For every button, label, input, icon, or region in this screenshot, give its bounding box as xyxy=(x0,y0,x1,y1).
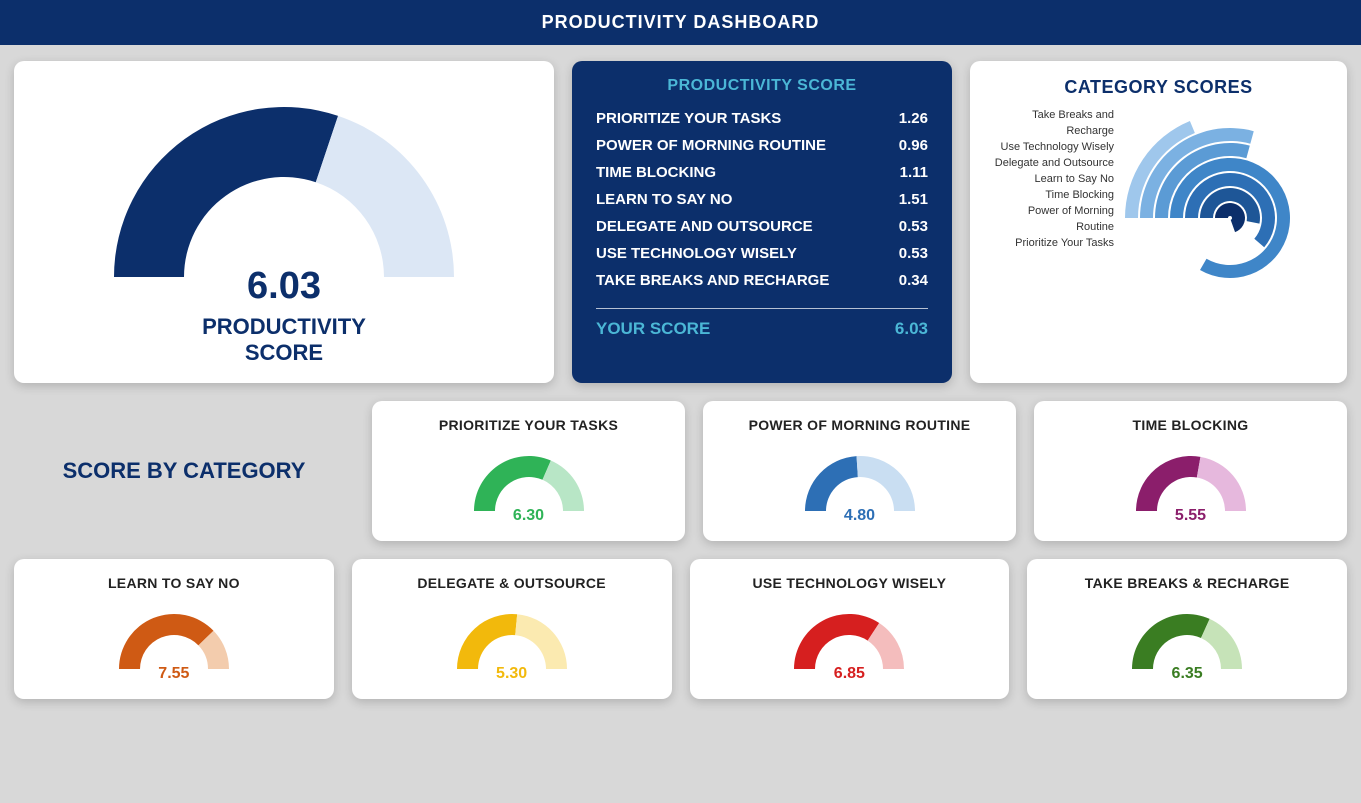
score-row-value: 1.26 xyxy=(880,110,928,127)
main-gauge-chart xyxy=(94,77,474,287)
mini-gauge-chart xyxy=(784,601,914,673)
mini-label: DELEGATE & OUTSOURCE xyxy=(417,575,606,595)
mini-card-6: TAKE BREAKS & RECHARGE 6.35 xyxy=(1027,559,1347,699)
score-row-label: USE TECHNOLOGY WISELY xyxy=(596,245,797,262)
mini-card-1: POWER OF MORNING ROUTINE 4.80 xyxy=(703,401,1016,541)
mini-label: LEARN TO SAY NO xyxy=(108,575,240,595)
top-row: 6.03 PRODUCTIVITY SCORE PRODUCTIVITY SCO… xyxy=(14,61,1347,383)
mini-label: PRIORITIZE YOUR TASKS xyxy=(439,417,618,437)
score-row: DELEGATE AND OUTSOURCE 0.53 xyxy=(596,213,928,240)
score-row-label: POWER OF MORNING ROUTINE xyxy=(596,137,826,154)
radial-label: Prioritize Your Tasks xyxy=(988,236,1114,252)
category-radial-card: CATEGORY SCORES Take Breaks and Recharge… xyxy=(970,61,1347,383)
radial-label: Take Breaks and Recharge xyxy=(988,108,1114,140)
radial-label: Power of Morning Routine xyxy=(988,204,1114,236)
mini-gauge-chart xyxy=(1126,443,1256,515)
score-panel-footer-label: YOUR SCORE xyxy=(596,319,710,339)
mini-label: TIME BLOCKING xyxy=(1133,417,1249,437)
mini-gauge-chart xyxy=(1122,601,1252,673)
mini-card-3: LEARN TO SAY NO 7.55 xyxy=(14,559,334,699)
score-row-label: DELEGATE AND OUTSOURCE xyxy=(596,218,813,235)
mini-label: POWER OF MORNING ROUTINE xyxy=(749,417,971,437)
score-row-label: LEARN TO SAY NO xyxy=(596,191,732,208)
main-score-value: 6.03 xyxy=(247,265,321,308)
radial-label: Time Blocking xyxy=(988,188,1114,204)
score-row: POWER OF MORNING ROUTINE 0.96 xyxy=(596,132,928,159)
score-row: USE TECHNOLOGY WISELY 0.53 xyxy=(596,240,928,267)
mini-gauge-chart xyxy=(447,601,577,673)
score-row: LEARN TO SAY NO 1.51 xyxy=(596,186,928,213)
mini-card-4: DELEGATE & OUTSOURCE 5.30 xyxy=(352,559,672,699)
radial-label: Delegate and Outsource xyxy=(988,156,1114,172)
mini-gauge-chart xyxy=(795,443,925,515)
score-row: TIME BLOCKING 1.11 xyxy=(596,159,928,186)
mini-value: 6.85 xyxy=(834,665,865,683)
mini-card-5: USE TECHNOLOGY WISELY 6.85 xyxy=(690,559,1010,699)
bottom-row: LEARN TO SAY NO 7.55 DELEGATE & OUTSOURC… xyxy=(14,559,1347,699)
mini-value: 6.30 xyxy=(513,507,544,525)
score-row-label: PRIORITIZE YOUR TASKS xyxy=(596,110,781,127)
page-title: PRODUCTIVITY DASHBOARD xyxy=(542,12,820,32)
mini-value: 5.55 xyxy=(1175,507,1206,525)
score-row-value: 1.11 xyxy=(880,164,928,181)
score-row-value: 0.53 xyxy=(880,245,928,262)
score-row-value: 0.96 xyxy=(880,137,928,154)
score-row-value: 0.53 xyxy=(880,218,928,235)
main-score-card: 6.03 PRODUCTIVITY SCORE xyxy=(14,61,554,383)
mini-label: TAKE BREAKS & RECHARGE xyxy=(1085,575,1290,595)
mini-value: 4.80 xyxy=(844,507,875,525)
mid-row: SCORE BY CATEGORY PRIORITIZE YOUR TASKS … xyxy=(14,401,1347,541)
radial-label: Learn to Say No xyxy=(988,172,1114,188)
score-row-value: 0.34 xyxy=(880,272,928,289)
radial-label: Use Technology Wisely xyxy=(988,140,1114,156)
mini-value: 5.30 xyxy=(496,665,527,683)
score-row-label: TAKE BREAKS AND RECHARGE xyxy=(596,272,829,289)
score-panel: PRODUCTIVITY SCORE PRIORITIZE YOUR TASKS… xyxy=(572,61,952,383)
main-score-label: PRODUCTIVITY SCORE xyxy=(202,314,366,367)
mini-value: 6.35 xyxy=(1172,665,1203,683)
mini-card-2: TIME BLOCKING 5.55 xyxy=(1034,401,1347,541)
score-panel-footer: YOUR SCORE 6.03 xyxy=(590,319,934,339)
score-panel-list: PRIORITIZE YOUR TASKS 1.26 POWER OF MORNIN… xyxy=(590,105,934,294)
category-radial-chart xyxy=(1120,108,1329,328)
mini-label: USE TECHNOLOGY WISELY xyxy=(752,575,946,595)
score-row: PRIORITIZE YOUR TASKS 1.26 xyxy=(596,105,928,132)
mini-gauge-chart xyxy=(464,443,594,515)
mini-card-0: PRIORITIZE YOUR TASKS 6.30 xyxy=(372,401,685,541)
score-row: TAKE BREAKS AND RECHARGE 0.34 xyxy=(596,267,928,294)
mini-gauge-chart xyxy=(109,601,239,673)
page-header: PRODUCTIVITY DASHBOARD xyxy=(0,0,1361,45)
mini-value: 7.55 xyxy=(158,665,189,683)
score-row-label: TIME BLOCKING xyxy=(596,164,716,181)
score-panel-divider xyxy=(596,308,928,309)
score-panel-footer-value: 6.03 xyxy=(895,319,928,339)
section-title: SCORE BY CATEGORY xyxy=(14,401,354,541)
category-radial-title: CATEGORY SCORES xyxy=(988,77,1329,98)
score-panel-title: PRODUCTIVITY SCORE xyxy=(590,77,934,95)
category-radial-labels: Take Breaks and RechargeUse Technology W… xyxy=(988,108,1114,251)
dashboard-body: 6.03 PRODUCTIVITY SCORE PRODUCTIVITY SCO… xyxy=(0,45,1361,715)
score-row-value: 1.51 xyxy=(880,191,928,208)
